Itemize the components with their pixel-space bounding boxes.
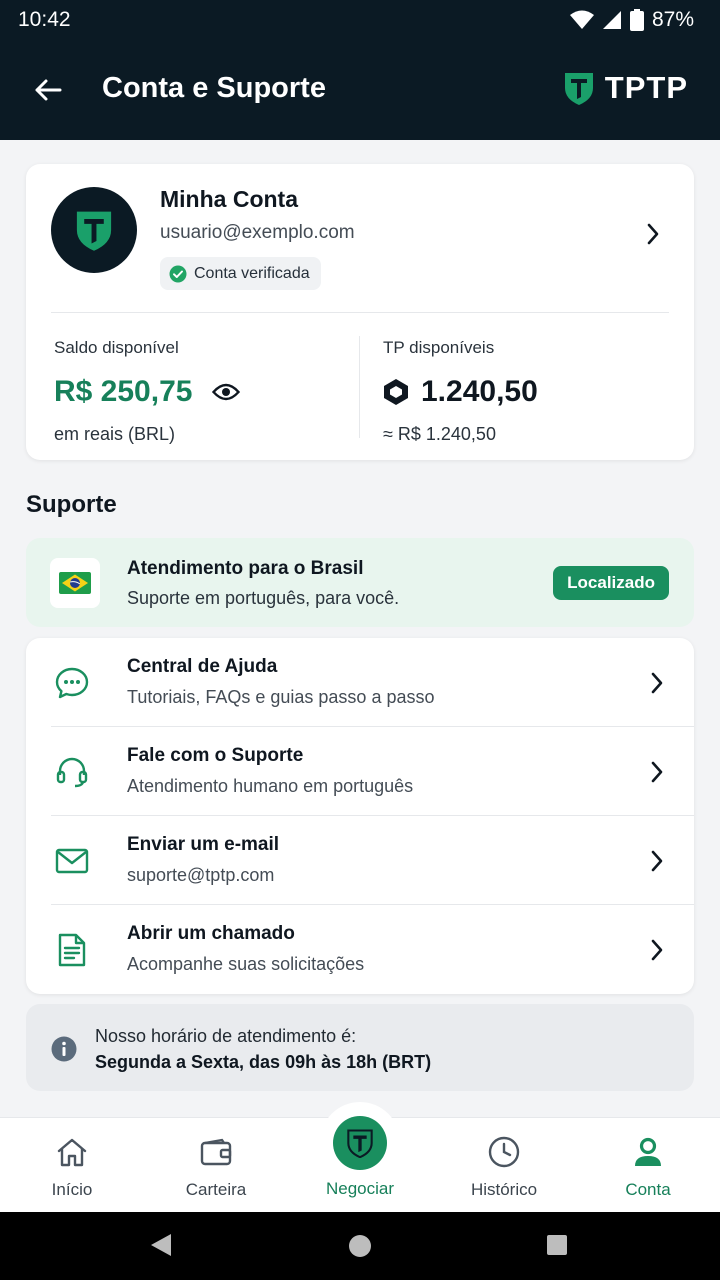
user-icon (633, 1134, 663, 1170)
page-title: Conta e Suporte (102, 72, 326, 104)
battery-level: 87% (651, 8, 694, 31)
chevron-right-icon (651, 761, 663, 783)
verified-label: Conta verificada (194, 264, 310, 282)
balance-currency: em reais (BRL) (54, 424, 176, 444)
nav-label: Início (51, 1180, 93, 1199)
nav-label: Conta (625, 1180, 671, 1199)
list-item-help-center[interactable]: Central de Ajuda Tutoriais, FAQs e guias… (26, 638, 694, 727)
tp-section: TP disponíveis 1.240,50 ≈ R$ 1.240,50 (383, 338, 538, 445)
arrow-left-icon (35, 79, 62, 101)
option-subtitle: Atendimento humano em português (127, 776, 414, 796)
mail-icon (54, 843, 90, 879)
list-item-send-email[interactable]: Enviar um e-mail suporte@tptp.com (26, 816, 694, 905)
verified-badge: Conta verificada (160, 257, 321, 290)
avatar (51, 187, 137, 273)
nav-item-carteira[interactable]: Carteira (144, 1118, 288, 1213)
system-back-icon[interactable] (149, 1232, 173, 1258)
check-circle-icon (169, 265, 187, 282)
eye-icon[interactable] (212, 382, 241, 402)
divider (51, 312, 669, 313)
chat-bubble-icon (54, 665, 90, 701)
status-icons: 87% (569, 8, 694, 32)
support-options-list: Central de Ajuda Tutoriais, FAQs e guias… (26, 638, 694, 994)
tptp-logo-icon (347, 1129, 373, 1158)
clock-icon (488, 1134, 520, 1170)
tp-token-icon (384, 379, 408, 405)
tp-label: TP disponíveis (383, 338, 495, 357)
nav-item-conta[interactable]: Conta (576, 1118, 720, 1213)
support-hours-info: Nosso horário de atendimento é: Segunda … (26, 1004, 694, 1091)
system-home-icon[interactable] (348, 1234, 372, 1258)
signal-icon (602, 11, 621, 29)
brazil-support-title: Atendimento para o Brasil (127, 558, 364, 579)
status-bar: 10:42 87% (0, 0, 720, 40)
list-item-contact-support[interactable]: Fale com o Suporte Atendimento humano em… (26, 727, 694, 816)
balance-section: Saldo disponível R$ 250,75 em reais (BRL… (54, 338, 241, 445)
balance-label: Saldo disponível (54, 338, 179, 357)
nav-label-negociar: Negociar (325, 1179, 395, 1198)
brazil-support-card: Atendimento para o Brasil Suporte em por… (26, 538, 694, 627)
system-navigation-bar (0, 1212, 720, 1280)
account-card[interactable]: Minha Conta usuario@exemplo.com Conta ve… (26, 164, 694, 460)
nav-item-negociar[interactable] (333, 1116, 387, 1170)
chevron-right-icon (647, 223, 659, 245)
chevron-right-icon (651, 850, 663, 872)
wallet-icon (200, 1134, 232, 1170)
hours-label: Nosso horário de atendimento é: (95, 1026, 357, 1046)
option-title: Enviar um e-mail (127, 834, 280, 855)
chevron-right-icon (651, 672, 663, 694)
list-item-open-ticket[interactable]: Abrir um chamado Acompanhe suas solicita… (26, 905, 694, 994)
headset-icon (54, 754, 90, 790)
system-recents-icon[interactable] (546, 1234, 568, 1256)
status-time: 10:42 (18, 8, 71, 31)
home-icon (56, 1134, 88, 1170)
option-subtitle: Acompanhe suas solicitações (127, 954, 365, 974)
hours-value: Segunda a Sexta, das 09h às 18h (BRT) (95, 1052, 432, 1072)
brazil-support-subtitle: Suporte em português, para você. (127, 588, 400, 608)
wifi-icon (569, 10, 594, 29)
tptp-shield-icon (76, 211, 112, 251)
nav-label: Carteira (185, 1180, 247, 1199)
nav-label: Histórico (470, 1180, 538, 1199)
document-icon (54, 932, 90, 968)
account-name: Minha Conta (160, 186, 298, 212)
tp-equivalent: ≈ R$ 1.240,50 (383, 424, 496, 444)
nav-item-inicio[interactable]: Início (0, 1118, 144, 1213)
brand-logo: TPTP (563, 70, 688, 106)
tptp-shield-icon (564, 73, 593, 105)
balance-value: R$ 250,75 (54, 375, 193, 408)
divider (359, 336, 360, 438)
brand-name: TPTP (604, 70, 688, 105)
chevron-right-icon (651, 939, 663, 961)
back-button[interactable] (30, 72, 66, 108)
section-title-support: Suporte (26, 491, 117, 518)
account-email: usuario@exemplo.com (160, 222, 355, 243)
localized-badge: Localizado (553, 566, 669, 600)
option-title: Abrir um chamado (127, 923, 295, 944)
brazil-flag-icon (50, 558, 100, 608)
tp-value: 1.240,50 (421, 375, 538, 408)
option-title: Central de Ajuda (127, 656, 278, 677)
info-icon (51, 1036, 77, 1062)
nav-item-historico[interactable]: Histórico (432, 1118, 576, 1213)
app-bar: Conta e Suporte TPTP (0, 40, 720, 140)
option-subtitle: suporte@tptp.com (127, 865, 275, 885)
option-subtitle: Tutoriais, FAQs e guias passo a passo (127, 687, 435, 707)
option-title: Fale com o Suporte (127, 745, 304, 766)
battery-icon (629, 9, 644, 31)
